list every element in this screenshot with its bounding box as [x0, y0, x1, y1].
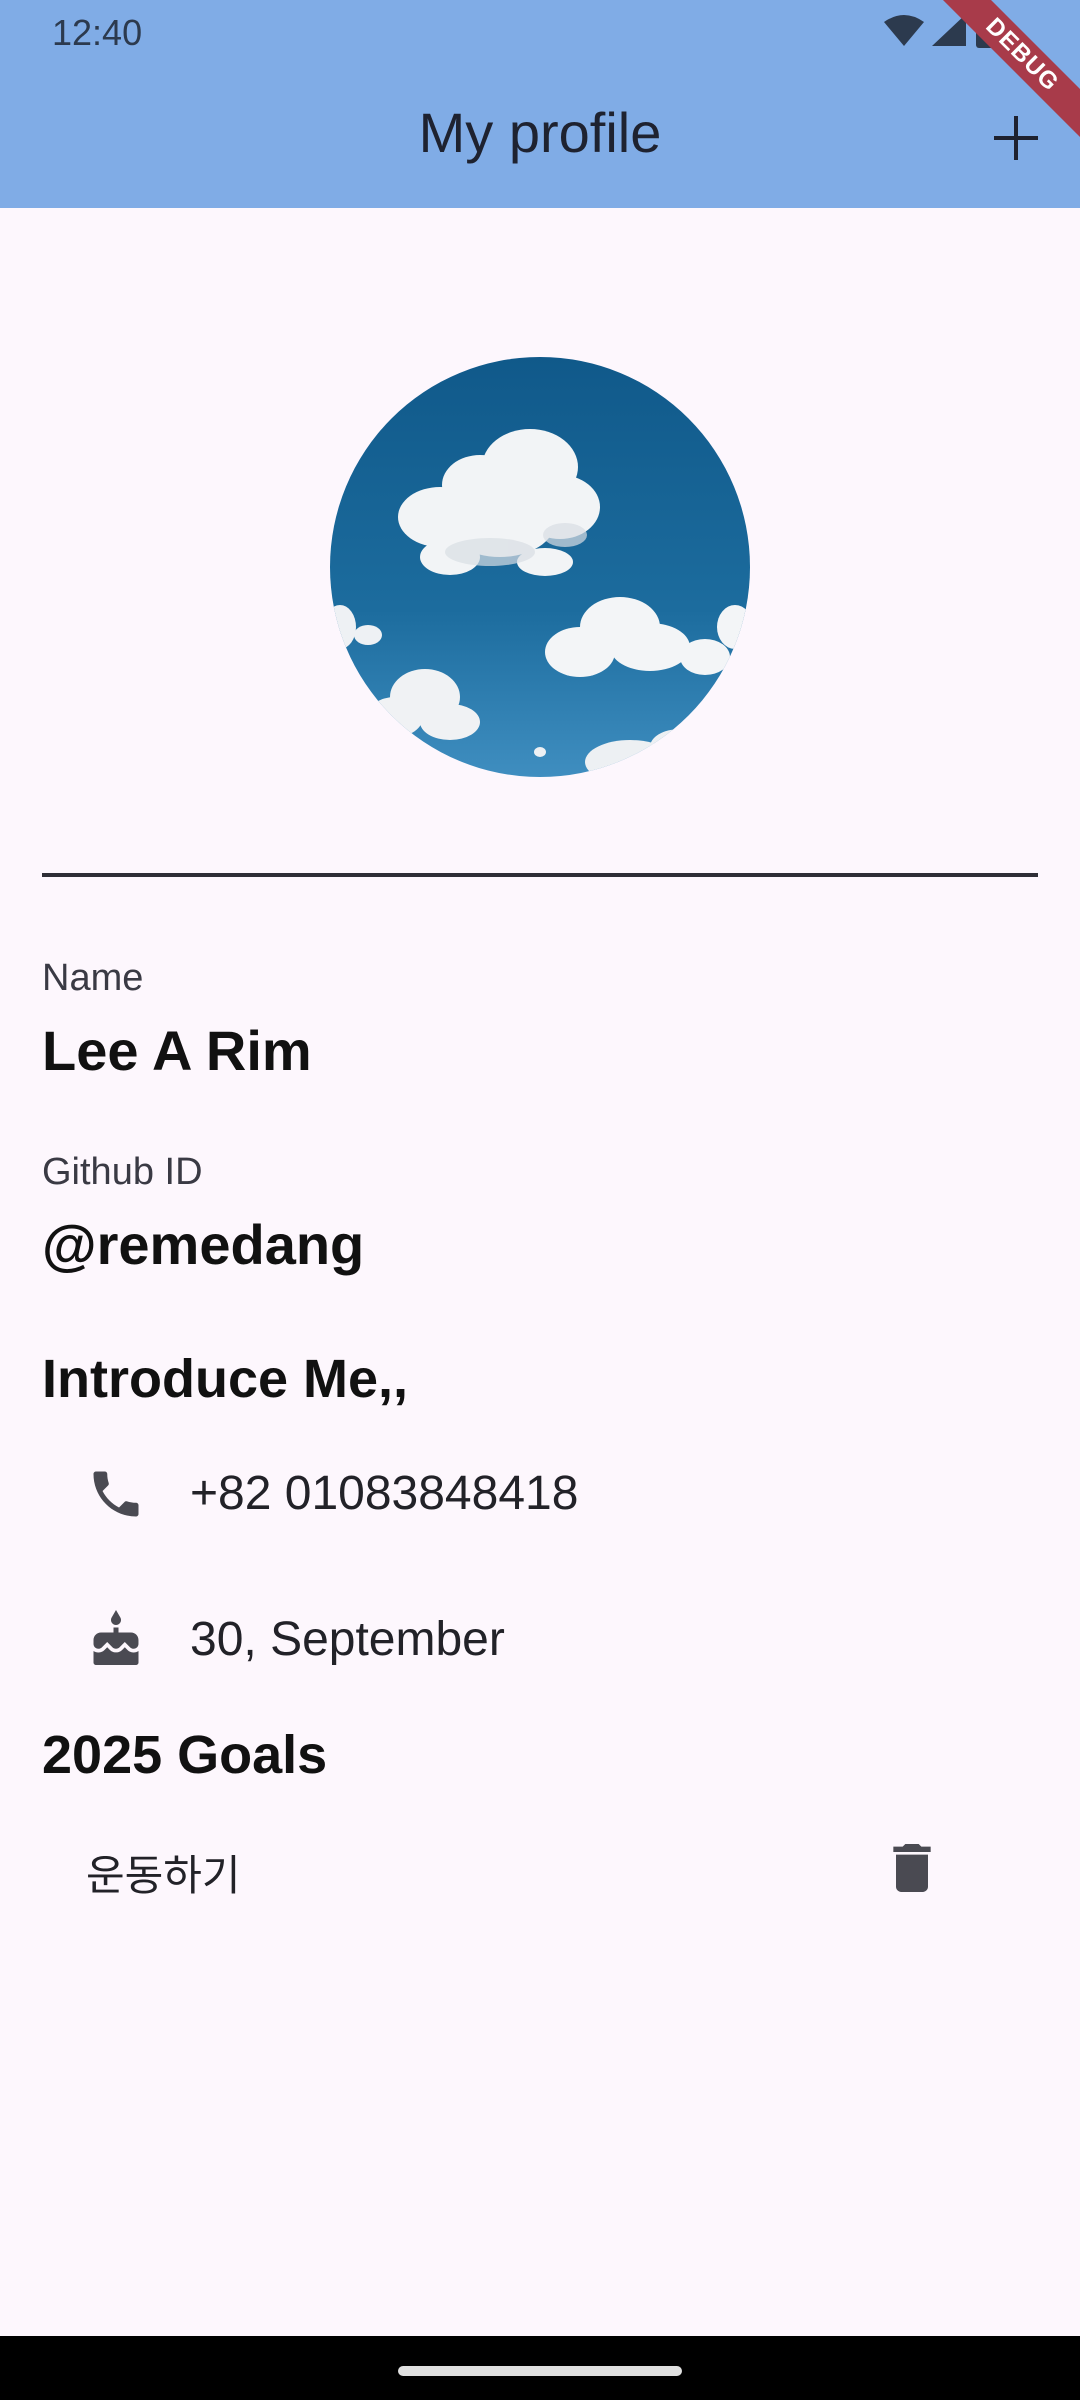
status-time: 12:40 [52, 12, 143, 53]
name-value: Lee A Rim [42, 1019, 312, 1082]
phone-text: +82 01083848418 [190, 1467, 579, 1520]
cloud-sky-image [330, 357, 750, 777]
app-bar: 12:40 My profile DEBUG [0, 0, 1080, 208]
home-indicator[interactable] [398, 2366, 682, 2376]
wifi-icon [884, 15, 924, 46]
page-title: My profile [418, 101, 662, 164]
introduce-title: Introduce Me,, [42, 1349, 409, 1409]
cake-icon [93, 1610, 139, 1665]
goal-item-text: 운동하기 [86, 1852, 241, 1899]
divider [42, 873, 1038, 877]
github-value: @remedang [42, 1213, 365, 1276]
goals-title: 2025 Goals [42, 1725, 328, 1785]
birthday-text: 30, September [190, 1613, 505, 1666]
phone-icon [93, 1471, 139, 1517]
github-label: Github ID [42, 1151, 203, 1193]
debug-label: DEBUG [930, 0, 1080, 150]
avatar [330, 357, 750, 777]
name-label: Name [42, 957, 144, 999]
delete-icon[interactable] [880, 1836, 944, 1900]
debug-banner: DEBUG [930, 0, 1080, 150]
